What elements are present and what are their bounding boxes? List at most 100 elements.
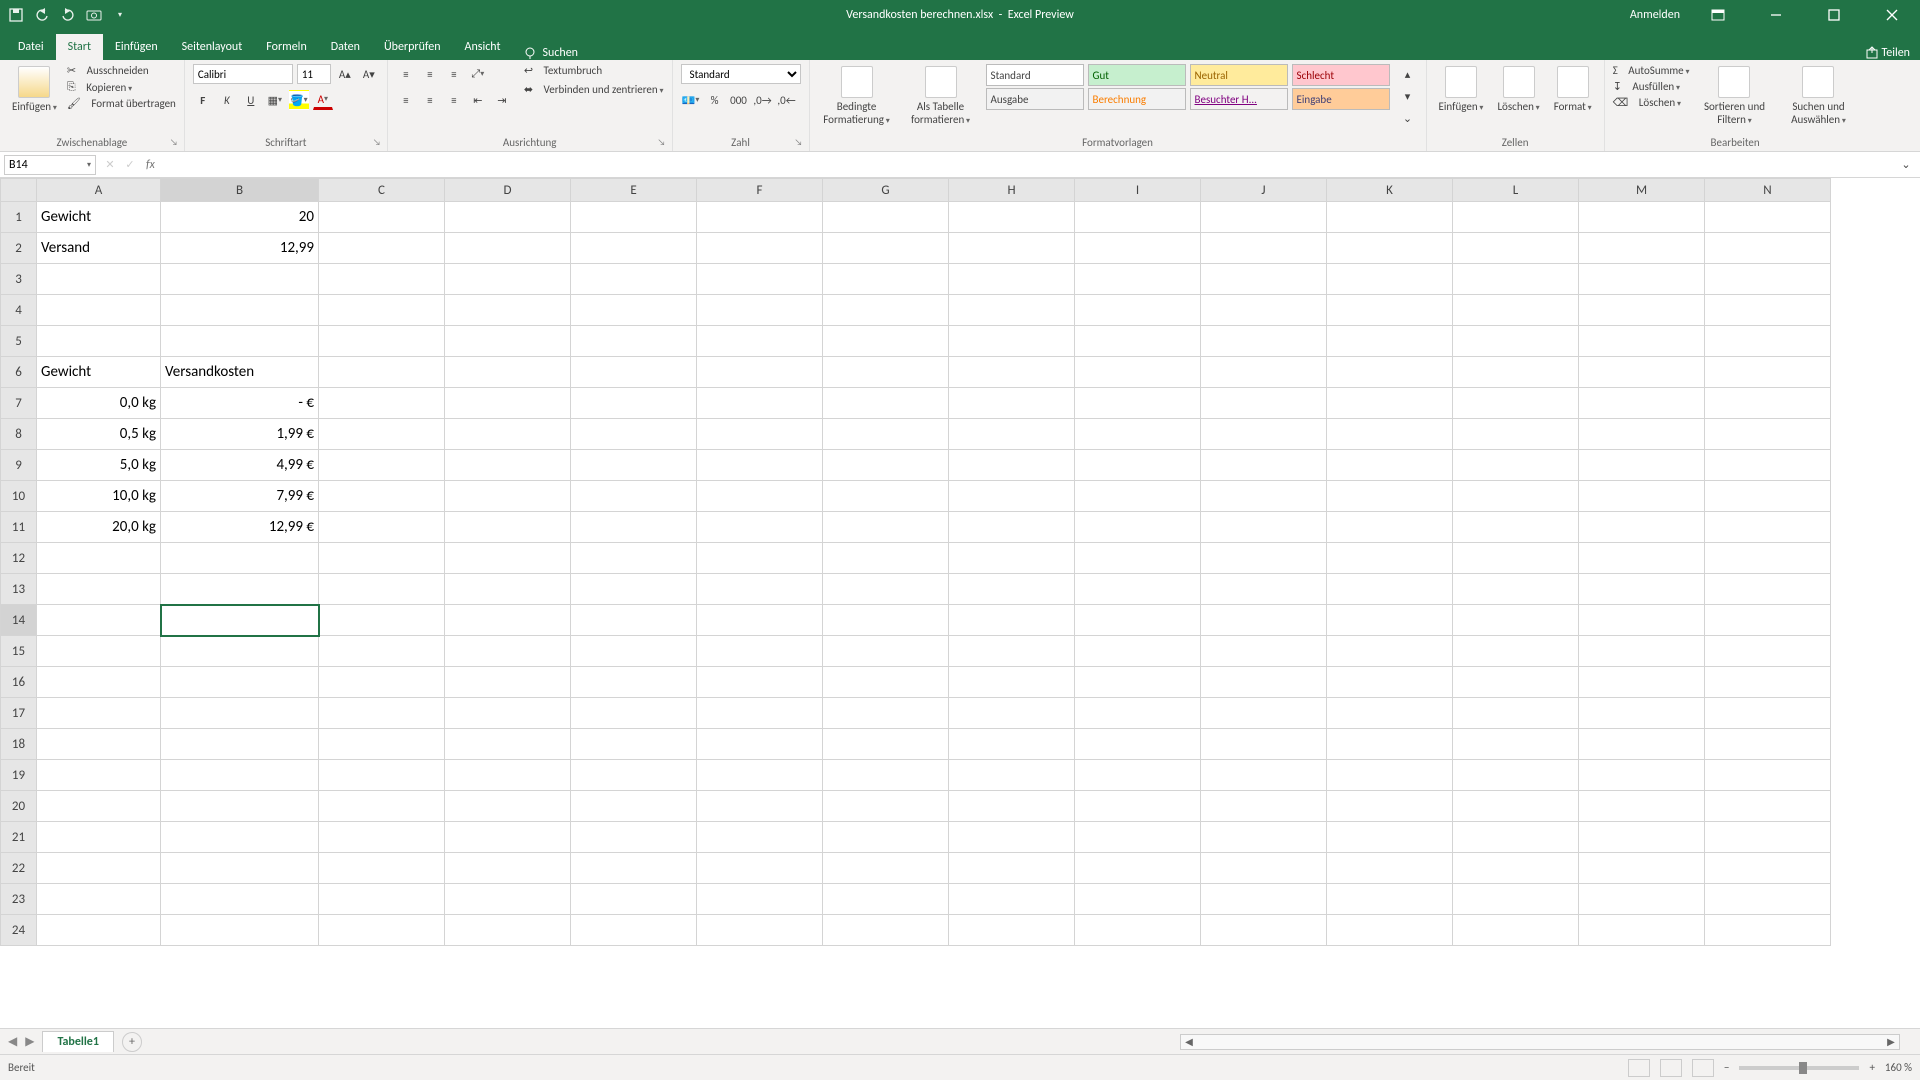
cell[interactable] bbox=[1327, 481, 1453, 512]
cell[interactable] bbox=[319, 729, 445, 760]
cell[interactable] bbox=[1327, 667, 1453, 698]
cell[interactable] bbox=[949, 574, 1075, 605]
row-header[interactable]: 21 bbox=[1, 822, 37, 853]
cell[interactable] bbox=[161, 636, 319, 667]
cell[interactable] bbox=[1579, 450, 1705, 481]
cell[interactable] bbox=[1453, 543, 1579, 574]
cell[interactable] bbox=[1201, 202, 1327, 233]
cell[interactable] bbox=[1453, 605, 1579, 636]
row-header[interactable]: 24 bbox=[1, 915, 37, 946]
cell[interactable] bbox=[1327, 791, 1453, 822]
cell[interactable] bbox=[319, 667, 445, 698]
cell[interactable] bbox=[1327, 853, 1453, 884]
cell[interactable] bbox=[1579, 574, 1705, 605]
cell[interactable] bbox=[697, 357, 823, 388]
cell[interactable] bbox=[161, 915, 319, 946]
cell[interactable] bbox=[1075, 543, 1201, 574]
cell[interactable] bbox=[571, 295, 697, 326]
cell[interactable] bbox=[1705, 791, 1831, 822]
fill-button[interactable]: ↧ Ausfüllen bbox=[1613, 80, 1690, 93]
cell[interactable] bbox=[1327, 512, 1453, 543]
normal-view-icon[interactable] bbox=[1628, 1059, 1650, 1077]
cell[interactable] bbox=[1453, 915, 1579, 946]
cell[interactable] bbox=[1453, 419, 1579, 450]
name-box[interactable]: B14▾ bbox=[4, 155, 96, 175]
orientation-icon[interactable]: ⤢ bbox=[468, 64, 488, 84]
cell[interactable] bbox=[571, 822, 697, 853]
cell[interactable] bbox=[445, 264, 571, 295]
align-left-icon[interactable]: ≡ bbox=[396, 90, 416, 110]
cell[interactable] bbox=[319, 636, 445, 667]
cell[interactable] bbox=[1453, 791, 1579, 822]
cell[interactable] bbox=[697, 419, 823, 450]
cell[interactable] bbox=[1075, 791, 1201, 822]
new-sheet-button[interactable]: + bbox=[122, 1032, 142, 1052]
cell[interactable] bbox=[949, 202, 1075, 233]
cell[interactable] bbox=[1453, 853, 1579, 884]
redo-icon[interactable] bbox=[60, 7, 76, 23]
cell[interactable] bbox=[571, 450, 697, 481]
wrap-text-button[interactable]: ↩ Textumbruch bbox=[524, 64, 664, 77]
cell[interactable] bbox=[1201, 853, 1327, 884]
tab-formeln[interactable]: Formeln bbox=[254, 34, 318, 60]
cell[interactable] bbox=[571, 233, 697, 264]
cell[interactable] bbox=[319, 388, 445, 419]
maximize-icon[interactable] bbox=[1814, 0, 1854, 30]
signin-link[interactable]: Anmelden bbox=[1630, 8, 1680, 22]
ribbon-display-icon[interactable] bbox=[1698, 0, 1738, 30]
fill-color-button[interactable]: 🪣 bbox=[289, 90, 309, 110]
cell[interactable] bbox=[1075, 915, 1201, 946]
cell[interactable] bbox=[949, 419, 1075, 450]
cell[interactable] bbox=[37, 915, 161, 946]
cell[interactable] bbox=[1453, 357, 1579, 388]
cell[interactable] bbox=[697, 543, 823, 574]
cell[interactable] bbox=[445, 326, 571, 357]
cell[interactable] bbox=[161, 853, 319, 884]
cell[interactable] bbox=[823, 884, 949, 915]
minimize-icon[interactable] bbox=[1756, 0, 1796, 30]
cell[interactable] bbox=[571, 388, 697, 419]
cell[interactable] bbox=[1075, 202, 1201, 233]
row-header[interactable]: 17 bbox=[1, 698, 37, 729]
cell[interactable] bbox=[1579, 636, 1705, 667]
row-header[interactable]: 14 bbox=[1, 605, 37, 636]
cell[interactable] bbox=[161, 698, 319, 729]
cell[interactable] bbox=[571, 729, 697, 760]
column-header[interactable]: B bbox=[161, 179, 319, 202]
tell-me-search[interactable]: Suchen bbox=[513, 46, 588, 60]
cell[interactable] bbox=[1453, 264, 1579, 295]
column-header[interactable]: H bbox=[949, 179, 1075, 202]
sheet-nav-next-icon[interactable]: ▶ bbox=[25, 1034, 34, 1049]
clipboard-launcher-icon[interactable]: ↘ bbox=[170, 137, 182, 149]
cell[interactable] bbox=[1327, 264, 1453, 295]
cell[interactable] bbox=[823, 791, 949, 822]
cell[interactable] bbox=[37, 853, 161, 884]
cell[interactable] bbox=[445, 450, 571, 481]
cell[interactable] bbox=[949, 884, 1075, 915]
row-header[interactable]: 6 bbox=[1, 357, 37, 388]
style-berechnung[interactable]: Berechnung bbox=[1088, 88, 1186, 110]
cell[interactable] bbox=[1075, 822, 1201, 853]
cell[interactable] bbox=[1705, 636, 1831, 667]
cell[interactable] bbox=[1327, 574, 1453, 605]
cell[interactable] bbox=[823, 760, 949, 791]
cell[interactable] bbox=[445, 481, 571, 512]
style-besuchter[interactable]: Besuchter H... bbox=[1190, 88, 1288, 110]
cell[interactable] bbox=[1327, 326, 1453, 357]
cell[interactable] bbox=[1705, 822, 1831, 853]
alignment-launcher-icon[interactable]: ↘ bbox=[658, 137, 670, 149]
cell[interactable] bbox=[1579, 357, 1705, 388]
cell[interactable] bbox=[1579, 791, 1705, 822]
cell[interactable] bbox=[571, 543, 697, 574]
cell[interactable]: 7,99 € bbox=[161, 481, 319, 512]
cell[interactable] bbox=[319, 853, 445, 884]
number-launcher-icon[interactable]: ↘ bbox=[795, 137, 807, 149]
cell[interactable]: 20 bbox=[161, 202, 319, 233]
cell[interactable] bbox=[37, 326, 161, 357]
column-header[interactable]: M bbox=[1579, 179, 1705, 202]
cell[interactable] bbox=[445, 574, 571, 605]
styles-scroll-up-icon[interactable]: ▴ bbox=[1398, 64, 1418, 84]
cell[interactable] bbox=[949, 729, 1075, 760]
cell[interactable] bbox=[697, 605, 823, 636]
cell[interactable] bbox=[571, 574, 697, 605]
